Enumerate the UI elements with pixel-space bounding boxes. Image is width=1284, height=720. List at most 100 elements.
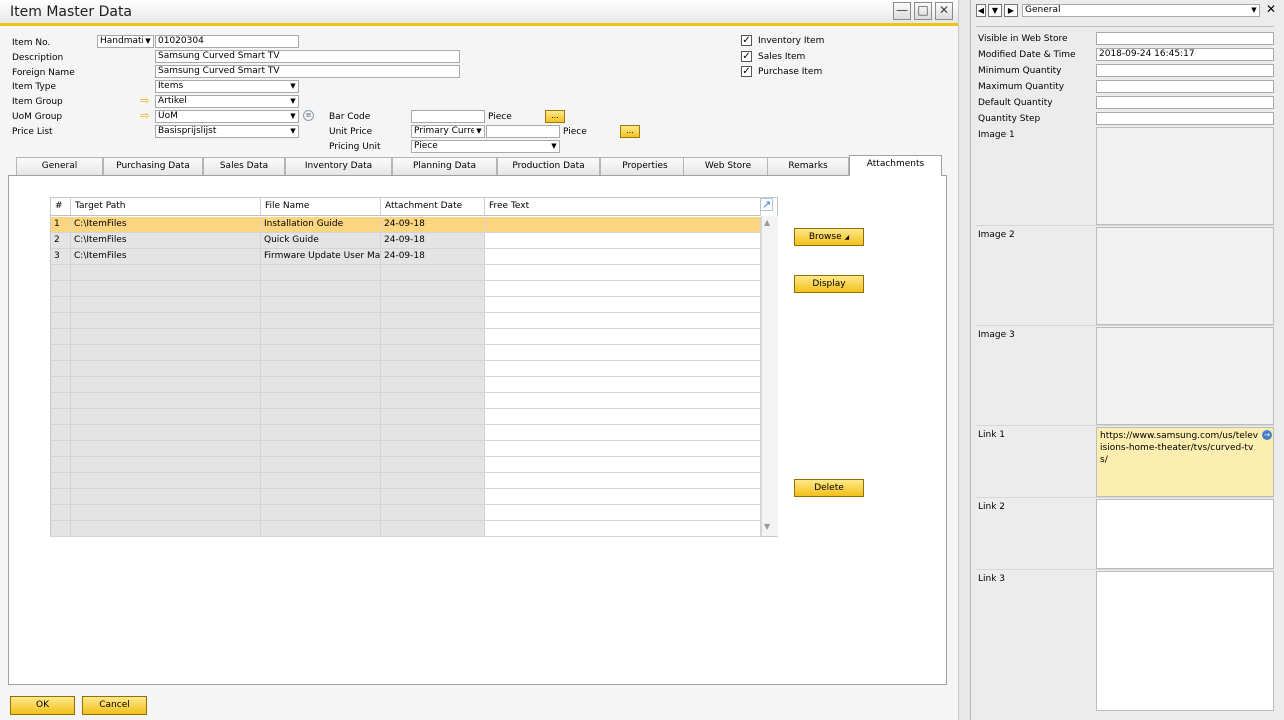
cell-target-path[interactable] (71, 281, 261, 297)
scroll-down-icon[interactable]: ▼ (764, 522, 770, 531)
bar-code-field[interactable] (411, 110, 485, 123)
table-row[interactable] (51, 377, 761, 393)
cell-free-text[interactable] (485, 393, 761, 409)
image-2-box[interactable] (1096, 227, 1274, 325)
table-row[interactable] (51, 297, 761, 313)
cell-target-path[interactable] (71, 265, 261, 281)
close-icon[interactable]: ✕ (935, 2, 953, 20)
cell-num[interactable] (51, 313, 71, 329)
cell-target-path[interactable] (71, 313, 261, 329)
unit-price-browse-button[interactable]: ... (620, 125, 640, 138)
panel-divider[interactable] (958, 0, 970, 720)
cell-num[interactable] (51, 297, 71, 313)
tab-remarks[interactable]: Remarks (767, 157, 849, 175)
uom-group-select[interactable]: UoM ▼ (155, 110, 299, 123)
cell-num[interactable] (51, 489, 71, 505)
table-scrollbar[interactable]: ▲ ▼ (761, 216, 778, 536)
description-field[interactable]: Samsung Curved Smart TV (155, 50, 460, 63)
cell-attachment-date[interactable] (381, 505, 485, 521)
pricing-unit-select[interactable]: Piece ▼ (411, 140, 560, 153)
cell-num[interactable]: 2 (51, 233, 71, 249)
cell-attachment-date[interactable] (381, 473, 485, 489)
cell-target-path[interactable] (71, 441, 261, 457)
cell-file-name[interactable] (261, 505, 381, 521)
chevron-down-icon[interactable]: ▼ (1249, 5, 1259, 16)
cell-file-name[interactable] (261, 473, 381, 489)
cell-target-path[interactable] (71, 425, 261, 441)
chevron-down-icon[interactable]: ▼ (549, 141, 559, 152)
cell-num[interactable] (51, 473, 71, 489)
cell-target-path[interactable] (71, 329, 261, 345)
cell-file-name[interactable] (261, 441, 381, 457)
column-header-attachment-date[interactable]: Attachment Date (381, 198, 485, 216)
link-2-field[interactable] (1096, 499, 1274, 569)
cell-file-name[interactable] (261, 377, 381, 393)
cell-num[interactable] (51, 425, 71, 441)
item-no-series-select[interactable]: Handmati ▼ (97, 35, 154, 48)
cell-free-text[interactable] (485, 457, 761, 473)
cell-attachment-date[interactable] (381, 457, 485, 473)
bar-code-browse-button[interactable]: ... (545, 110, 565, 123)
cell-free-text[interactable] (485, 377, 761, 393)
delete-button[interactable]: Delete (794, 479, 864, 497)
cell-free-text[interactable] (485, 521, 761, 537)
cell-attachment-date[interactable] (381, 329, 485, 345)
table-row[interactable] (51, 505, 761, 521)
table-row[interactable] (51, 345, 761, 361)
cell-attachment-date[interactable] (381, 409, 485, 425)
cell-file-name[interactable] (261, 489, 381, 505)
cell-attachment-date[interactable] (381, 281, 485, 297)
display-button[interactable]: Display (794, 275, 864, 293)
open-link-icon[interactable]: → (1262, 430, 1272, 440)
table-row[interactable] (51, 329, 761, 345)
unit-price-type-select[interactable]: Primary Curre ▼ (411, 125, 485, 138)
cell-num[interactable] (51, 329, 71, 345)
tab-sales-data[interactable]: Sales Data (203, 157, 285, 175)
cell-attachment-date[interactable]: 24-09-18 (381, 249, 485, 265)
link-3-field[interactable] (1096, 571, 1274, 711)
cell-num[interactable] (51, 441, 71, 457)
link-1-field[interactable]: https://www.samsung.com/us/televisions-h… (1096, 427, 1274, 497)
cell-target-path[interactable] (71, 521, 261, 537)
cell-target-path[interactable] (71, 505, 261, 521)
cell-free-text[interactable] (485, 313, 761, 329)
list-details-icon[interactable]: ≡ (303, 110, 314, 121)
inventory-item-checkbox[interactable]: ✓ (741, 35, 752, 46)
purchase-item-checkbox[interactable]: ✓ (741, 66, 752, 77)
table-row[interactable] (51, 489, 761, 505)
modified-date-field[interactable]: 2018-09-24 16:45:17 (1096, 48, 1274, 61)
cell-num[interactable] (51, 377, 71, 393)
tab-attachments[interactable]: Attachments (849, 155, 942, 176)
cell-attachment-date[interactable] (381, 489, 485, 505)
cell-free-text[interactable] (485, 361, 761, 377)
cell-num[interactable] (51, 281, 71, 297)
record-menu-icon[interactable]: ▼ (988, 4, 1002, 17)
column-header-free-text[interactable]: Free Text (485, 198, 761, 216)
cell-file-name[interactable] (261, 521, 381, 537)
cell-num[interactable]: 1 (51, 217, 71, 233)
cell-file-name[interactable] (261, 457, 381, 473)
cell-free-text[interactable] (485, 233, 761, 249)
maximize-icon[interactable]: □ (914, 2, 932, 20)
chevron-down-icon[interactable]: ▼ (288, 111, 298, 122)
cell-free-text[interactable] (485, 489, 761, 505)
chevron-down-icon[interactable]: ▼ (288, 126, 298, 137)
image-3-box[interactable] (1096, 327, 1274, 425)
cell-attachment-date[interactable] (381, 393, 485, 409)
cell-attachment-date[interactable] (381, 297, 485, 313)
cell-target-path[interactable] (71, 377, 261, 393)
cell-free-text[interactable] (485, 265, 761, 281)
cell-num[interactable] (51, 521, 71, 537)
cell-target-path[interactable] (71, 393, 261, 409)
cell-target-path[interactable]: C:\ItemFiles (71, 217, 261, 233)
column-header-num[interactable]: # (51, 198, 71, 216)
cancel-button[interactable]: Cancel (82, 696, 147, 715)
tab-planning-data[interactable]: Planning Data (392, 157, 497, 175)
table-row[interactable] (51, 473, 761, 489)
table-row[interactable] (51, 425, 761, 441)
tab-purchasing-data[interactable]: Purchasing Data (103, 157, 203, 175)
browse-button[interactable]: Browse ◢ (794, 228, 864, 246)
cell-attachment-date[interactable] (381, 521, 485, 537)
cell-file-name[interactable] (261, 409, 381, 425)
cell-num[interactable] (51, 265, 71, 281)
